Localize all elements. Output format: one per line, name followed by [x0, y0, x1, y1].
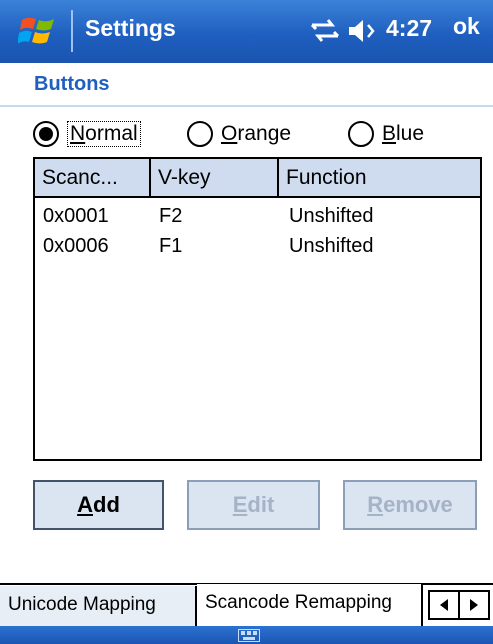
tab-unicode-mapping[interactable]: Unicode Mapping	[0, 586, 197, 626]
triangle-right-icon	[470, 599, 478, 611]
radio-normal[interactable]: Normal	[33, 118, 141, 150]
app-title: Settings	[85, 15, 176, 41]
edit-button[interactable]: Edit	[187, 480, 320, 530]
table-cell[interactable]: F2	[159, 205, 182, 228]
table-cell[interactable]: Unshifted	[289, 235, 374, 258]
ok-button[interactable]: ok	[453, 13, 480, 40]
radio-blue[interactable]: Blue	[348, 118, 424, 150]
radio-blue-label: Blue	[382, 122, 425, 145]
radio-selected-dot	[39, 127, 53, 141]
speaker-icon[interactable]	[345, 16, 379, 46]
add-label-rest: dd	[93, 492, 120, 517]
add-button[interactable]: Add	[33, 480, 164, 530]
windows-flag-icon[interactable]	[18, 12, 60, 50]
remove-label-rest: emove	[383, 492, 453, 517]
table-cell[interactable]: Unshifted	[289, 205, 374, 228]
radio-orange[interactable]: Orange	[187, 118, 291, 150]
triangle-left-icon	[440, 599, 448, 611]
column-header-scancode[interactable]: Scanc...	[35, 159, 151, 198]
title-separator	[71, 10, 73, 52]
clock[interactable]: 4:27	[386, 15, 432, 42]
header-divider	[0, 105, 493, 107]
radio-circle[interactable]	[187, 121, 213, 147]
title-bar: Settings 4:27 ok	[0, 0, 493, 63]
connectivity-icon[interactable]	[308, 14, 342, 48]
scancode-list[interactable]: Scanc... V-key Function 0x0001 F2 Unshif…	[33, 157, 482, 461]
table-cell[interactable]: 0x0001	[43, 205, 109, 228]
radio-orange-label: Orange	[221, 122, 292, 145]
tab-scancode-remapping[interactable]: Scancode Remapping	[197, 584, 423, 626]
radio-circle[interactable]	[348, 121, 374, 147]
tab-scroll-left[interactable]	[430, 592, 460, 618]
remove-button[interactable]: Remove	[343, 480, 477, 530]
radio-circle[interactable]	[33, 121, 59, 147]
page-title: Buttons	[34, 73, 110, 95]
remove-mnemonic: R	[367, 492, 384, 517]
edit-label-rest: dit	[247, 492, 275, 517]
radio-normal-label: Normal	[67, 121, 141, 147]
table-cell[interactable]: F1	[159, 235, 182, 258]
add-mnemonic: A	[77, 492, 93, 517]
tab-scroll-control[interactable]	[428, 590, 490, 620]
table-cell[interactable]: 0x0006	[43, 235, 109, 258]
tab-scroll-right[interactable]	[460, 592, 488, 618]
column-header-function[interactable]: Function	[279, 159, 480, 198]
keyboard-icon[interactable]	[238, 629, 260, 642]
bottom-bar	[0, 626, 493, 644]
column-header-vkey[interactable]: V-key	[151, 159, 279, 198]
edit-mnemonic: E	[232, 492, 248, 517]
